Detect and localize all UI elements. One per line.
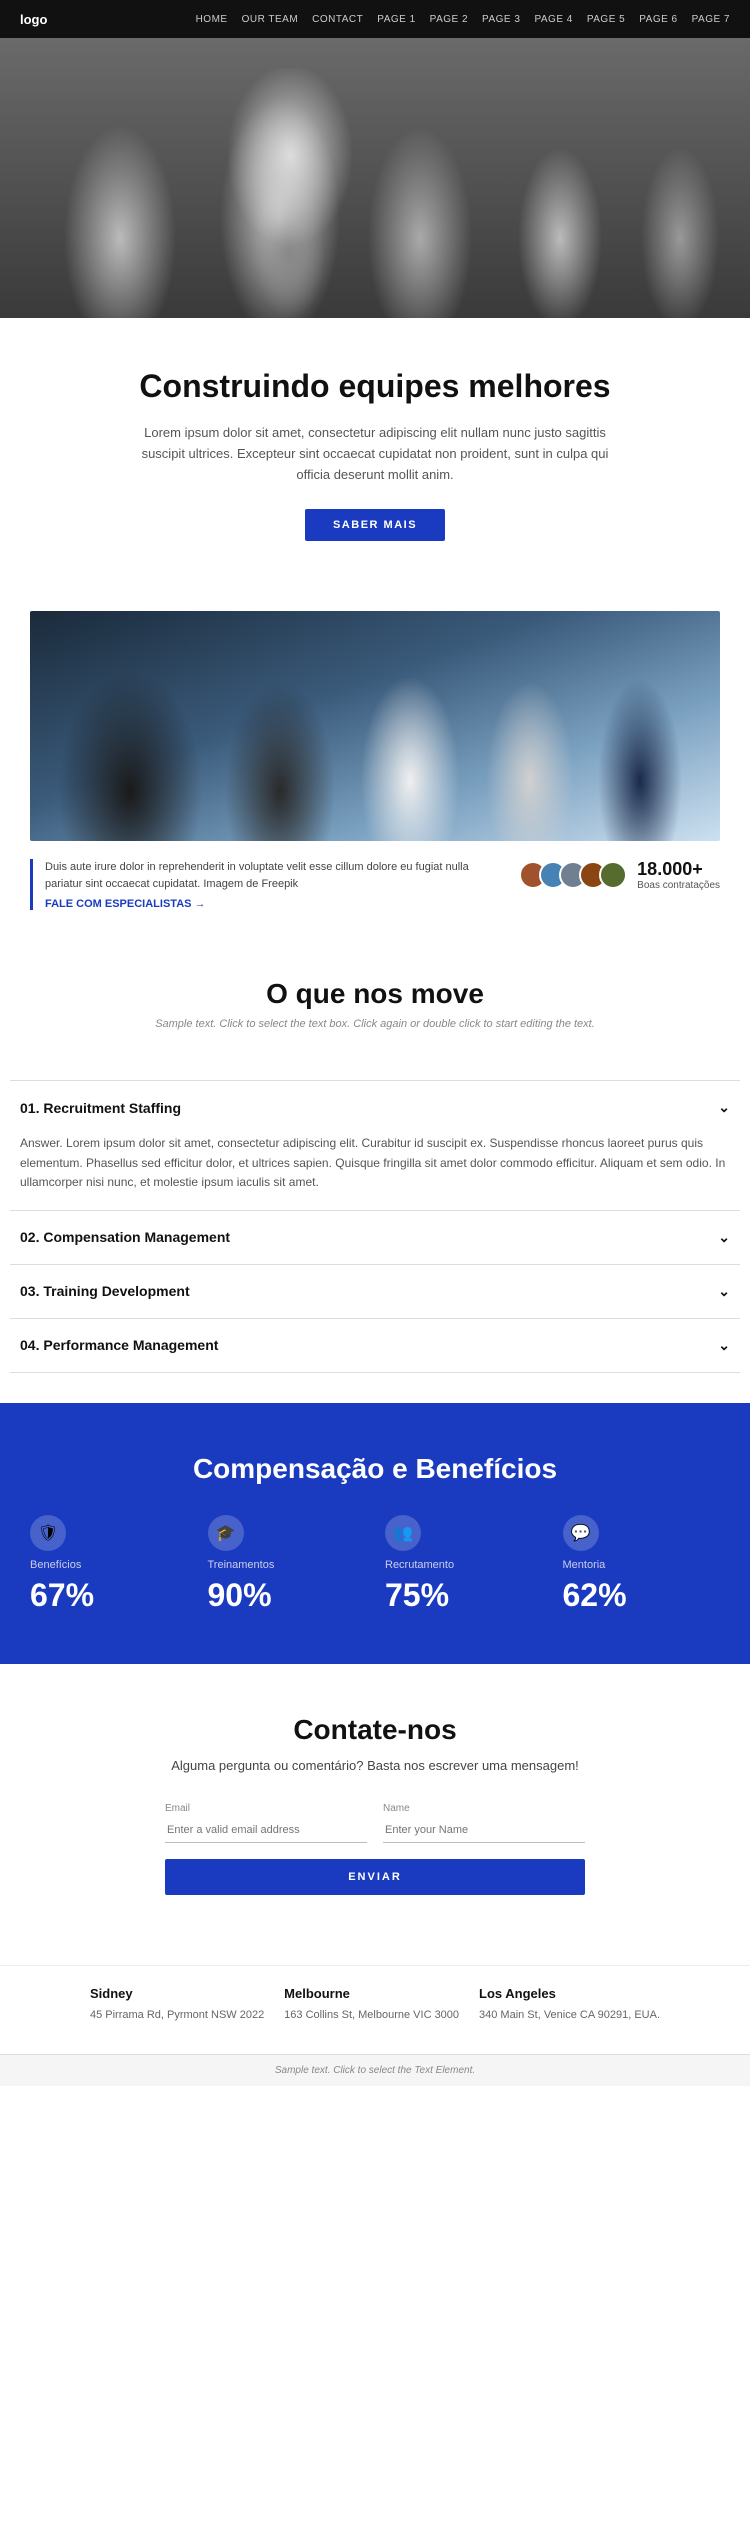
contact-form: Email Name ENVIAR [165,1803,585,1895]
hero-person-highlight [200,68,380,318]
office-sidney-address: 45 Pirrama Rd, Pyrmont NSW 2022 [90,2007,264,2024]
comp-section: Compensação e Benefícios 🛡 Benefícios 67… [0,1403,750,1664]
comp-grid: 🛡 Benefícios 67% 🎓 Treinamentos 90% 👥 Re… [30,1515,720,1614]
stats-count-label: Boas contratações [637,880,720,891]
hero-image [0,38,750,318]
nav-contact[interactable]: CONTACT [312,14,363,25]
name-group: Name [383,1803,585,1843]
office-sidney: Sidney 45 Pirrama Rd, Pyrmont NSW 2022 [90,1986,264,2024]
accordion-header-2[interactable]: 02. Compensation Management ⌄ [10,1211,740,1264]
accordion-item-1: 01. Recruitment Staffing ⌄ Answer. Lorem… [10,1081,740,1211]
stats-right: 18.000+ Boas contratações [519,859,720,891]
nav-page2[interactable]: PAGE 2 [430,14,468,25]
accordion-chevron-1: ⌄ [718,1099,730,1116]
nav-page4[interactable]: PAGE 4 [534,14,572,25]
recrutamento-percent: 75% [385,1577,543,1614]
intro-section: Construindo equipes melhores Lorem ipsum… [0,318,750,581]
stats-number: 18.000+ Boas contratações [637,859,720,891]
beneficios-label: Benefícios [30,1559,188,1571]
team-image-inner [30,611,720,841]
comp-heading: Compensação e Benefícios [30,1453,720,1485]
accordion-header-4[interactable]: 04. Performance Management ⌄ [10,1319,740,1372]
contact-section: Contate-nos Alguma pergunta ou comentári… [0,1664,750,1966]
accordion-chevron-2: ⌄ [718,1229,730,1246]
name-label: Name [383,1803,585,1814]
office-melbourne-city: Melbourne [284,1986,459,2001]
accordion-label-2: 02. Compensation Management [20,1229,230,1245]
office-losangeles-city: Los Angeles [479,1986,660,2001]
footer-text: Sample text. Click to select the Text El… [275,2065,475,2076]
email-label: Email [165,1803,367,1814]
comp-card-recrutamento: 👥 Recrutamento 75% [385,1515,543,1614]
nav-our-team[interactable]: OUR TEAM [242,14,299,25]
accordion-header-1[interactable]: 01. Recruitment Staffing ⌄ [10,1081,740,1134]
accordion-item-3: 03. Training Development ⌄ [10,1265,740,1319]
move-subtitle: Sample text. Click to select the text bo… [30,1018,720,1030]
email-input[interactable] [165,1818,367,1843]
accordion-chevron-4: ⌄ [718,1337,730,1354]
accordion-body-1: Answer. Lorem ipsum dolor sit amet, cons… [10,1134,740,1210]
nav-page1[interactable]: PAGE 1 [377,14,415,25]
stats-description: Duis aute irure dolor in reprehenderit i… [45,859,499,892]
treinamentos-percent: 90% [208,1577,366,1614]
stats-strip: Duis aute irure dolor in reprehenderit i… [0,841,750,928]
nav-links: HOME OUR TEAM CONTACT PAGE 1 PAGE 2 PAGE… [196,14,730,25]
comp-card-mentoria: 💬 Mentoria 62% [563,1515,721,1614]
office-melbourne-address: 163 Collins St, Melbourne VIC 3000 [284,2007,459,2024]
accordion-label-3: 03. Training Development [20,1283,190,1299]
logo: logo [20,12,47,27]
nav-page5[interactable]: PAGE 5 [587,14,625,25]
treinamentos-label: Treinamentos [208,1559,366,1571]
stats-text: Duis aute irure dolor in reprehenderit i… [30,859,499,910]
accordion-chevron-3: ⌄ [718,1283,730,1300]
office-sidney-city: Sidney [90,1986,264,2001]
footer-bar: Sample text. Click to select the Text El… [0,2054,750,2086]
nav-page6[interactable]: PAGE 6 [639,14,677,25]
comp-card-treinamentos: 🎓 Treinamentos 90% [208,1515,366,1614]
accordion-header-3[interactable]: 03. Training Development ⌄ [10,1265,740,1318]
contact-heading: Contate-nos [30,1714,720,1746]
recrutamento-icon: 👥 [385,1515,421,1551]
mentoria-icon: 💬 [563,1515,599,1551]
move-section: O que nos move Sample text. Click to sel… [0,928,750,1080]
team-image-box [30,611,720,841]
navbar: logo HOME OUR TEAM CONTACT PAGE 1 PAGE 2… [0,0,750,38]
nav-page3[interactable]: PAGE 3 [482,14,520,25]
hero-overlay [0,38,750,318]
email-group: Email [165,1803,367,1843]
comp-card-beneficios: 🛡 Benefícios 67% [30,1515,188,1614]
saber-mais-button[interactable]: SABER MAIS [305,509,445,541]
accordion-label-4: 04. Performance Management [20,1337,218,1353]
office-losangeles: Los Angeles 340 Main St, Venice CA 90291… [479,1986,660,2024]
form-row: Email Name [165,1803,585,1843]
fale-especialistas-link[interactable]: FALE COM ESPECIALISTAS → [45,898,499,910]
enviar-button[interactable]: ENVIAR [165,1859,585,1895]
mentoria-label: Mentoria [563,1559,721,1571]
stats-count: 18.000+ [637,859,720,880]
beneficios-icon: 🛡 [30,1515,66,1551]
accordion-item-2: 02. Compensation Management ⌄ [10,1211,740,1265]
office-melbourne: Melbourne 163 Collins St, Melbourne VIC … [284,1986,459,2024]
avatar-stack [519,861,627,889]
office-losangeles-address: 340 Main St, Venice CA 90291, EUA. [479,2007,660,2024]
accordion: 01. Recruitment Staffing ⌄ Answer. Lorem… [10,1080,740,1373]
accordion-label-1: 01. Recruitment Staffing [20,1100,181,1116]
accordion-item-4: 04. Performance Management ⌄ [10,1319,740,1373]
avatar-5 [599,861,627,889]
name-input[interactable] [383,1818,585,1843]
contact-subtext: Alguma pergunta ou comentário? Basta nos… [30,1756,720,1776]
intro-heading: Construindo equipes melhores [60,368,690,405]
recrutamento-label: Recrutamento [385,1559,543,1571]
mentoria-percent: 62% [563,1577,721,1614]
beneficios-percent: 67% [30,1577,188,1614]
intro-body: Lorem ipsum dolor sit amet, consectetur … [125,423,625,485]
treinamentos-icon: 🎓 [208,1515,244,1551]
team-image-section [0,581,750,841]
nav-home[interactable]: HOME [196,14,228,25]
offices-section: Sidney 45 Pirrama Rd, Pyrmont NSW 2022 M… [0,1965,750,2054]
move-heading: O que nos move [30,978,720,1010]
nav-page7[interactable]: PAGE 7 [692,14,730,25]
